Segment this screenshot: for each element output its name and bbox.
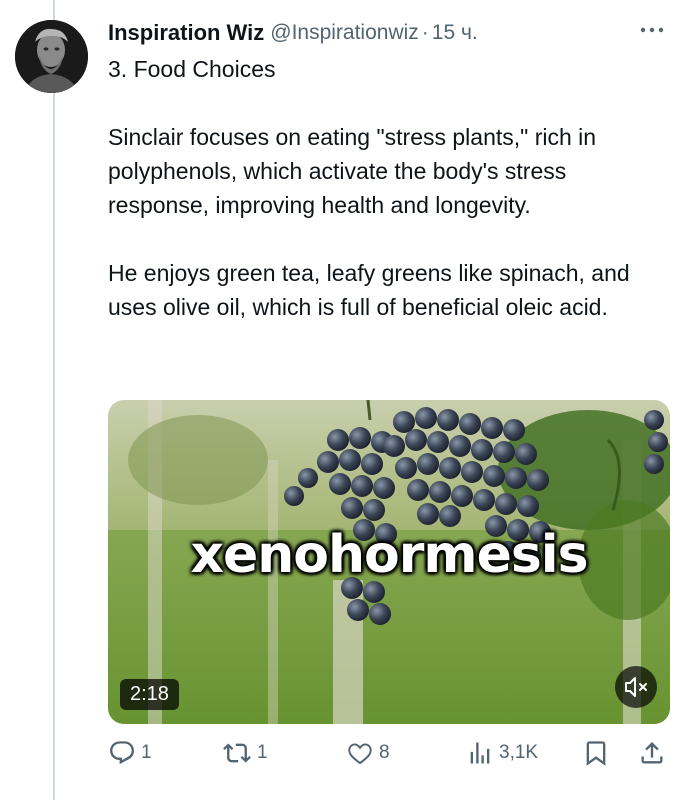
retweet-icon [223,743,251,763]
speaker-muted-icon [625,677,647,697]
action-bar: 1 1 8 3,1K [108,736,670,770]
tweet-text: 3. Food Choices Sinclair focuses on eati… [108,52,668,324]
timestamp[interactable]: 15 ч. [432,21,478,45]
retweet-button[interactable]: 1 [222,736,268,770]
text-gap [108,222,668,256]
retweet-count: 1 [257,742,268,763]
text-paragraph: Sinclair focuses on eating "stress plant… [108,124,597,218]
bookmark-button[interactable] [582,736,610,770]
avatar-portrait-icon [15,20,88,93]
avatar[interactable] [15,20,88,93]
video-duration: 2:18 [120,679,179,710]
share-icon [641,742,663,764]
like-button[interactable]: 8 [346,736,390,770]
thread-line [53,0,55,800]
views-button[interactable]: 3,1K [466,736,538,770]
share-button[interactable] [638,736,666,770]
text-gap [108,86,668,120]
video-overlay-caption: xenohormesis [190,525,588,585]
author-name[interactable]: Inspiration Wiz [108,20,264,46]
author-handle[interactable]: @Inspirationwiz [270,21,419,45]
bookmark-icon [586,741,606,766]
more-icon [640,27,664,33]
views-icon [470,742,490,764]
reply-button[interactable]: 1 [108,736,152,770]
video-player[interactable]: xenohormesis 2:18 [108,400,670,724]
views-count: 3,1K [499,742,539,763]
like-count: 8 [379,742,390,763]
text-paragraph: He enjoys green tea, leafy greens like s… [108,260,630,320]
text-line: 3. Food Choices [108,56,276,82]
mute-button[interactable] [615,666,657,708]
reply-count: 1 [141,742,152,763]
reply-icon [110,741,134,765]
tweet-header: Inspiration Wiz @Inspirationwiz · 15 ч. [108,18,666,48]
separator: · [421,21,429,44]
like-icon [348,743,372,765]
more-button[interactable] [638,20,666,40]
